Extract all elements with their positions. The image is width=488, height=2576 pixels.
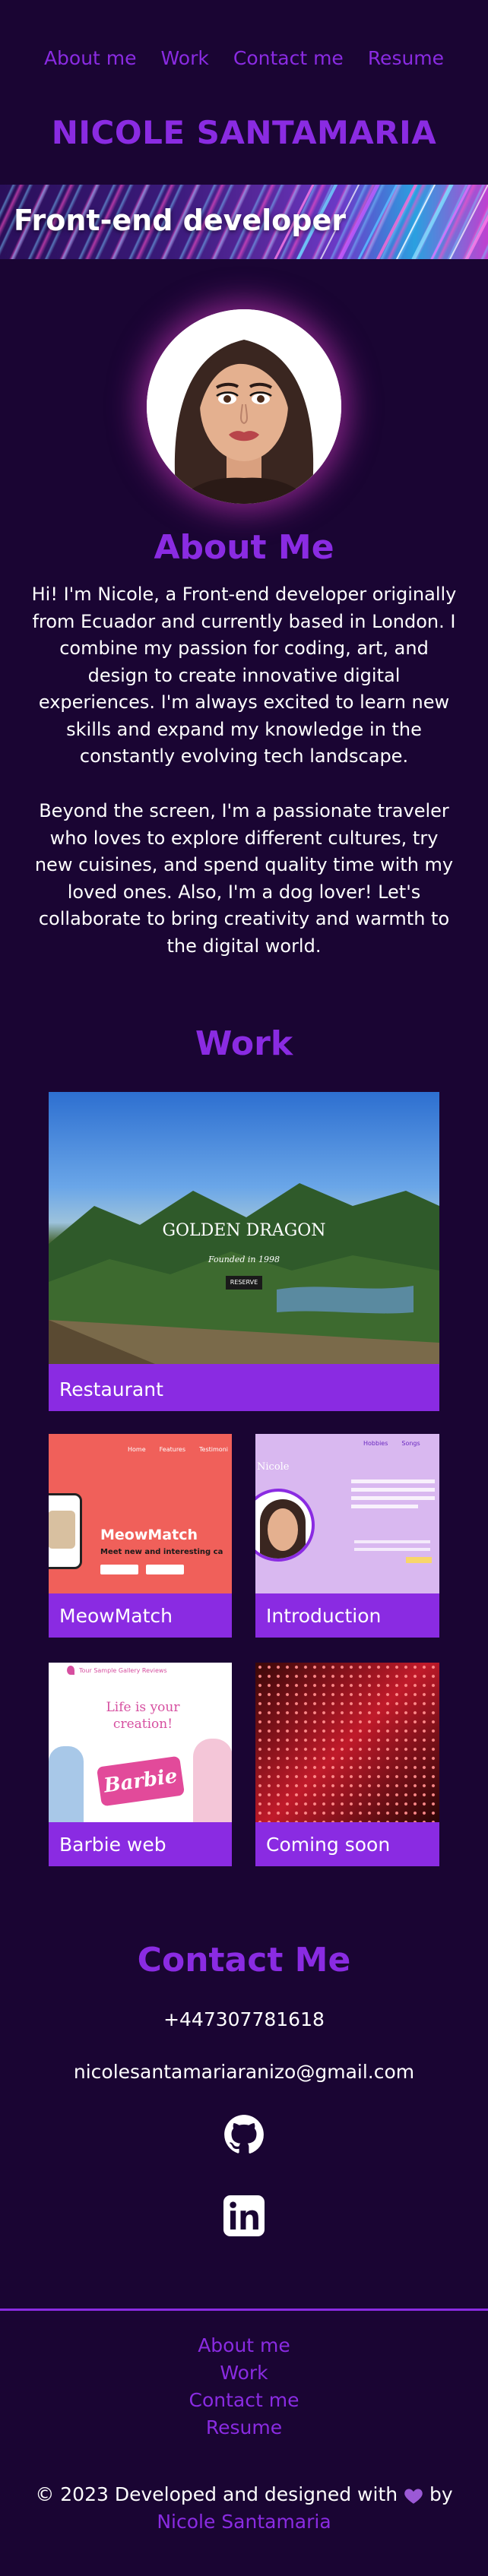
meowmatch-thumb-nav: Home Features Testimoni — [128, 1446, 228, 1453]
nav-link-resume[interactable]: Resume — [368, 47, 444, 69]
introduction-thumb-title: Nicole — [257, 1461, 290, 1473]
contact-phone[interactable]: +447307781618 — [0, 2008, 488, 2030]
barbie-thumbnail: Tour Sample Gallery Reviews Life is your… — [49, 1663, 232, 1822]
work-heading: Work — [195, 1024, 293, 1063]
linkedin-icon — [223, 2195, 265, 2236]
project-label-coming-soon: Coming soon — [266, 1834, 391, 1856]
introduction-thumb-nav: Hobbies Songs — [363, 1440, 420, 1447]
project-label-barbie: Barbie web — [59, 1834, 166, 1856]
introduction-thumb-nav-songs: Songs — [401, 1440, 420, 1447]
meowmatch-thumb-nav-testimonials: Testimoni — [199, 1446, 228, 1453]
heart-icon — [404, 2489, 423, 2504]
meowmatch-thumb-subtitle: Meet new and interesting ca — [100, 1548, 223, 1556]
project-label-meowmatch: MeowMatch — [59, 1605, 173, 1627]
nav-link-contact[interactable]: Contact me — [233, 47, 344, 69]
meowmatch-thumb-nav-home: Home — [128, 1446, 146, 1453]
site-brand-name: NICOLE SANTAMARIA — [51, 114, 437, 151]
project-card-introduction[interactable]: Hobbies Songs Nicole Introduction — [255, 1434, 439, 1638]
nav-link-work[interactable]: Work — [161, 47, 209, 69]
meowmatch-thumb-nav-features: Features — [159, 1446, 186, 1453]
meowmatch-thumb-button-1 — [100, 1565, 138, 1574]
introduction-thumb-nav-hobbies: Hobbies — [363, 1440, 388, 1447]
project-card-restaurant[interactable]: GOLDEN DRAGON Founded in 1998 RESERVE Re… — [49, 1092, 439, 1411]
project-card-barbie[interactable]: Tour Sample Gallery Reviews Life is your… — [49, 1663, 232, 1866]
project-label-restaurant: Restaurant — [59, 1378, 163, 1400]
linkedin-link[interactable] — [223, 2195, 265, 2237]
about-paragraph-2: Beyond the screen, I'm a passionate trav… — [34, 800, 454, 957]
footer-link-contact[interactable]: Contact me — [0, 2389, 488, 2411]
meowmatch-thumb-button-2 — [146, 1565, 184, 1574]
restaurant-thumb-subtitle: Founded in 1998 — [208, 1255, 280, 1264]
footer-link-resume[interactable]: Resume — [0, 2416, 488, 2438]
contact-heading: Contact Me — [137, 1941, 351, 1979]
avatar-illustration — [147, 309, 341, 504]
figure-right-graphic — [193, 1739, 232, 1822]
hero-title: Front-end developer — [14, 204, 346, 237]
phone-mockup-graphic — [49, 1493, 82, 1569]
introduction-thumb-text-lines — [351, 1479, 435, 1527]
github-link[interactable] — [223, 2113, 265, 2156]
barbie-logo-icon — [67, 1666, 74, 1675]
restaurant-thumbnail: GOLDEN DRAGON Founded in 1998 RESERVE — [49, 1092, 439, 1364]
figure-left-graphic — [49, 1746, 84, 1822]
about-paragraph-1: Hi! I'm Nicole, a Front-end developer or… — [31, 584, 457, 767]
footer-divider — [0, 2309, 488, 2311]
barbie-logo-badge: Barbie — [96, 1755, 185, 1807]
project-label-introduction: Introduction — [266, 1605, 382, 1627]
copyright-line: © 2023 Developed and designed with by — [0, 2483, 488, 2505]
copyright-prefix: © 2023 Developed and designed with — [35, 2483, 398, 2505]
project-card-coming-soon[interactable]: Coming soon — [255, 1663, 439, 1866]
footer-credit-name[interactable]: Nicole Santamaria — [0, 2511, 488, 2533]
coming-soon-thumbnail — [255, 1663, 439, 1822]
restaurant-thumb-button: RESERVE — [226, 1276, 262, 1290]
about-heading: About Me — [154, 528, 334, 567]
meowmatch-thumb-title: MeowMatch — [100, 1527, 198, 1543]
project-card-meowmatch[interactable]: Home Features Testimoni MeowMatch Meet n… — [49, 1434, 232, 1638]
barbie-logo-text: Barbie — [102, 1764, 179, 1798]
top-nav: About me Work Contact me Resume — [0, 47, 488, 69]
barbie-thumb-title: Life is your creation! — [106, 1700, 180, 1732]
copyright-suffix: by — [429, 2483, 453, 2505]
introduction-avatar-graphic — [255, 1489, 315, 1562]
profile-avatar — [147, 309, 341, 504]
footer-link-work[interactable]: Work — [0, 2362, 488, 2384]
restaurant-thumb-title: GOLDEN DRAGON — [162, 1221, 326, 1240]
footer-link-about[interactable]: About me — [0, 2334, 488, 2356]
github-icon — [224, 2115, 264, 2154]
meowmatch-thumbnail: Home Features Testimoni MeowMatch Meet n… — [49, 1434, 232, 1593]
barbie-thumb-nav: Tour Sample Gallery Reviews — [79, 1667, 167, 1674]
nav-link-about[interactable]: About me — [44, 47, 137, 69]
contact-email[interactable]: nicolesantamariaranizo@gmail.com — [0, 2061, 488, 2083]
introduction-thumbnail: Hobbies Songs Nicole — [255, 1434, 439, 1593]
